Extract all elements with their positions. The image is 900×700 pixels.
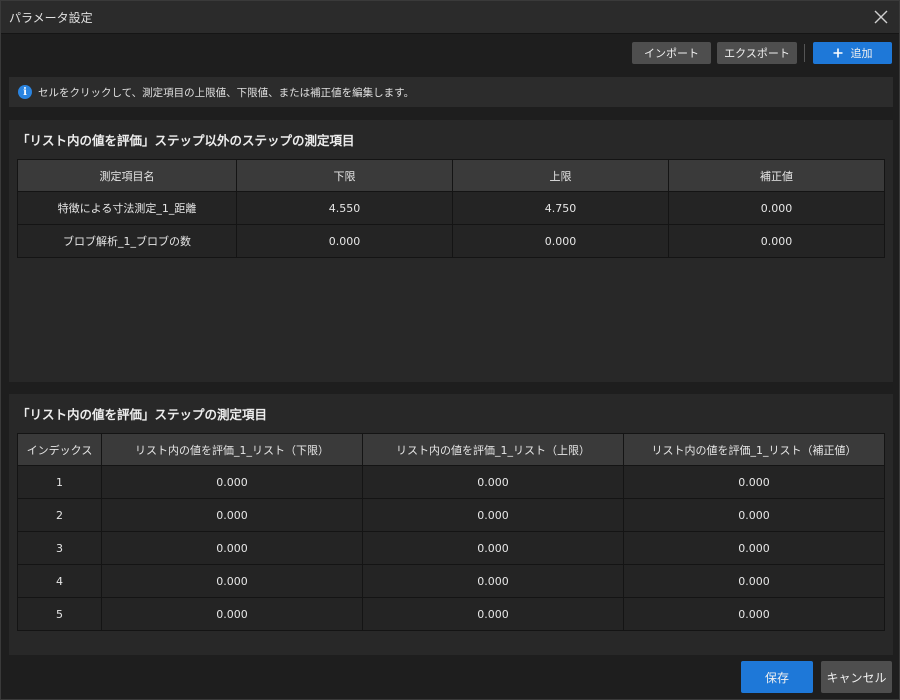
import-button[interactable]: インポート (632, 42, 711, 64)
lower-limit-cell[interactable]: 0.000 (101, 465, 363, 499)
general-measurements-panel: 「リスト内の値を評価」ステップ以外のステップの測定項目 測定項目名 下限 上限 … (9, 120, 893, 382)
close-button[interactable] (871, 7, 891, 27)
save-button[interactable]: 保存 (741, 661, 813, 693)
window-title: パラメータ設定 (9, 11, 93, 25)
lower-limit-cell[interactable]: 4.550 (236, 191, 453, 225)
table-row: 特徴による寸法測定_1_距離 4.550 4.750 0.000 (17, 191, 885, 225)
item-name-cell: 特徴による寸法測定_1_距離 (17, 191, 237, 225)
section-title: 「リスト内の値を評価」ステップの測定項目 (17, 407, 268, 422)
correction-cell[interactable]: 0.000 (623, 465, 885, 499)
upper-limit-cell[interactable]: 0.000 (362, 564, 624, 598)
table-row: 2 0.000 0.000 0.000 (17, 498, 885, 532)
column-header: 上限 (452, 159, 669, 192)
lower-limit-cell[interactable]: 0.000 (101, 531, 363, 565)
list-evaluation-panel: 「リスト内の値を評価」ステップの測定項目 インデックス リスト内の値を評価_1_… (9, 394, 893, 655)
index-cell: 4 (17, 564, 102, 598)
correction-cell[interactable]: 0.000 (623, 564, 885, 598)
upper-limit-cell[interactable]: 0.000 (452, 224, 669, 258)
info-text: セルをクリックして、測定項目の上限値、下限値、または補正値を編集します。 (38, 86, 415, 99)
column-header: リスト内の値を評価_1_リスト（下限） (101, 433, 363, 466)
correction-cell[interactable]: 0.000 (623, 531, 885, 565)
correction-cell[interactable]: 0.000 (668, 224, 885, 258)
section-title: 「リスト内の値を評価」ステップ以外のステップの測定項目 (17, 133, 355, 148)
table-row: 5 0.000 0.000 0.000 (17, 597, 885, 631)
upper-limit-cell[interactable]: 0.000 (362, 498, 624, 532)
table-row: 3 0.000 0.000 0.000 (17, 531, 885, 565)
lower-limit-cell[interactable]: 0.000 (101, 498, 363, 532)
export-button[interactable]: エクスポート (717, 42, 797, 64)
table-row: 4 0.000 0.000 0.000 (17, 564, 885, 598)
upper-limit-cell[interactable]: 0.000 (362, 597, 624, 631)
column-header: リスト内の値を評価_1_リスト（補正値） (623, 433, 885, 466)
lower-limit-cell[interactable]: 0.000 (101, 564, 363, 598)
parameter-settings-dialog: パラメータ設定 インポート エクスポート 追加 i セルをクリックして、測定項目… (0, 0, 900, 700)
correction-cell[interactable]: 0.000 (668, 191, 885, 225)
upper-limit-cell[interactable]: 4.750 (452, 191, 669, 225)
index-cell: 1 (17, 465, 102, 499)
column-header: インデックス (17, 433, 102, 466)
upper-limit-cell[interactable]: 0.000 (362, 465, 624, 499)
lower-limit-cell[interactable]: 0.000 (236, 224, 453, 258)
column-header: 補正値 (668, 159, 885, 192)
column-header: 下限 (236, 159, 453, 192)
correction-cell[interactable]: 0.000 (623, 498, 885, 532)
upper-limit-cell[interactable]: 0.000 (362, 531, 624, 565)
info-icon: i (18, 85, 32, 99)
list-measurement-table: インデックス リスト内の値を評価_1_リスト（下限） リスト内の値を評価_1_リ… (17, 433, 885, 631)
title-bar: パラメータ設定 (1, 1, 899, 34)
cancel-button[interactable]: キャンセル (821, 661, 892, 693)
add-button[interactable]: 追加 (813, 42, 892, 64)
column-header: リスト内の値を評価_1_リスト（上限） (362, 433, 624, 466)
close-icon (874, 10, 888, 24)
add-button-label: 追加 (850, 47, 873, 60)
correction-cell[interactable]: 0.000 (623, 597, 885, 631)
table-header-row: 測定項目名 下限 上限 補正値 (17, 159, 885, 192)
table-row: ブロブ解析_1_ブロブの数 0.000 0.000 0.000 (17, 224, 885, 258)
item-name-cell: ブロブ解析_1_ブロブの数 (17, 224, 237, 258)
index-cell: 2 (17, 498, 102, 532)
info-bar: i セルをクリックして、測定項目の上限値、下限値、または補正値を編集します。 (9, 77, 893, 107)
index-cell: 3 (17, 531, 102, 565)
index-cell: 5 (17, 597, 102, 631)
lower-limit-cell[interactable]: 0.000 (101, 597, 363, 631)
column-header: 測定項目名 (17, 159, 237, 192)
plus-icon (833, 48, 842, 58)
measurement-table: 測定項目名 下限 上限 補正値 特徴による寸法測定_1_距離 4.550 4.7… (17, 159, 885, 258)
table-header-row: インデックス リスト内の値を評価_1_リスト（下限） リスト内の値を評価_1_リ… (17, 433, 885, 466)
toolbar-separator (804, 44, 805, 62)
table-row: 1 0.000 0.000 0.000 (17, 465, 885, 499)
